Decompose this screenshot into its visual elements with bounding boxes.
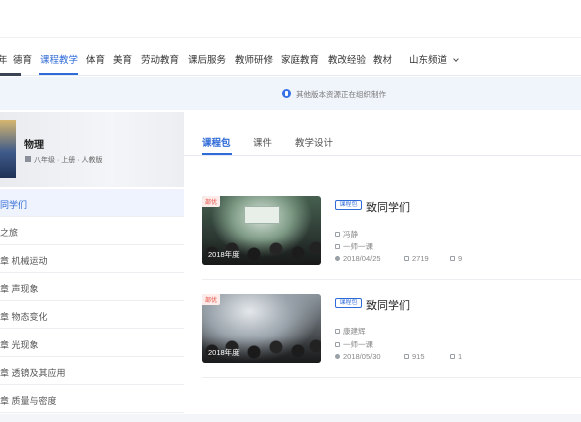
lesson-type: 一师一课 xyxy=(343,242,373,251)
chapter-label: 章 光现象 xyxy=(0,340,39,350)
chapter-label: 章 透镜及其应用 xyxy=(0,368,66,378)
publish-date: 2018/05/30 xyxy=(343,352,381,361)
nav-item-after-school[interactable]: 课后服务 xyxy=(188,52,226,66)
lesson-type: 一师一课 xyxy=(343,340,373,349)
nav-item-teacher-training[interactable]: 教师研修 xyxy=(235,52,273,66)
header-band xyxy=(0,0,581,38)
publish-date: 2018/04/25 xyxy=(343,254,381,263)
chapter-item[interactable]: 章 物态变化 xyxy=(0,301,184,329)
nav-item-family[interactable]: 家庭教育 xyxy=(281,52,319,66)
info-icon xyxy=(282,89,291,98)
likes-meta: 1 xyxy=(450,352,462,361)
thumbs-up-icon xyxy=(450,256,455,261)
chapter-item[interactable]: 章 透镜及其应用 xyxy=(0,357,184,385)
book-cover-image xyxy=(0,120,16,178)
nav-left-indicator xyxy=(0,73,21,76)
date-meta: 2018/05/30 xyxy=(335,352,381,361)
chapter-item[interactable]: 章 质量与密度 xyxy=(0,385,184,413)
lesson-title[interactable]: 致同学们 xyxy=(366,297,410,313)
package-badge: 课程包 xyxy=(335,200,362,210)
author-meta: 康建辉 xyxy=(335,326,366,337)
like-count: 9 xyxy=(458,254,463,263)
chapter-item[interactable]: 之旅 xyxy=(0,217,184,245)
clock-icon xyxy=(335,256,340,261)
chapter-label: 之旅 xyxy=(0,228,19,238)
chapter-item[interactable]: 章 光现象 xyxy=(0,329,184,357)
author-name: 康建辉 xyxy=(343,327,366,336)
main-navbar: 年 德育 课程教学 体育 美育 劳动教育 课后服务 教师研修 家庭教育 教改经验… xyxy=(0,40,581,76)
nav-item-partial[interactable]: 年 xyxy=(0,52,8,66)
notice-text: 其他版本资源正在组织制作 xyxy=(296,90,386,99)
chapter-label: 章 质量与密度 xyxy=(0,396,57,406)
year-label: 2018年度 xyxy=(208,250,240,259)
nav-item-shandong[interactable]: 山东频道 xyxy=(409,52,459,66)
author-meta: 冯静 xyxy=(335,229,358,240)
tab-teaching-design[interactable]: 教学设计 xyxy=(295,135,333,149)
user-icon xyxy=(335,232,340,237)
lesson-title[interactable]: 致同学们 xyxy=(366,199,410,215)
tab-courseware[interactable]: 课件 xyxy=(253,135,272,149)
book-icon xyxy=(25,156,31,162)
clock-icon xyxy=(335,354,340,359)
views-meta: 2719 xyxy=(404,254,429,263)
item-divider xyxy=(202,377,581,378)
user-icon xyxy=(335,329,340,334)
package-badge: 课程包 xyxy=(335,298,362,308)
lesson-thumbnail[interactable]: 部优 2018年度 xyxy=(202,294,321,363)
chapter-item[interactable]: 章 机械运动 xyxy=(0,245,184,273)
type-meta: 一师一课 xyxy=(335,339,373,350)
tag-icon xyxy=(335,244,340,249)
nav-item-course-teaching[interactable]: 课程教学 xyxy=(40,52,78,66)
nav-item-reform[interactable]: 教改经验 xyxy=(328,52,366,66)
author-name: 冯静 xyxy=(343,230,358,239)
nav-item-pe[interactable]: 体育 xyxy=(86,52,105,66)
tag-icon xyxy=(335,342,340,347)
views-meta: 915 xyxy=(404,352,425,361)
view-count: 915 xyxy=(412,352,425,361)
nav-active-underline xyxy=(39,73,78,75)
blackboard-image xyxy=(244,206,280,224)
like-count: 1 xyxy=(458,352,463,361)
chevron-down-icon xyxy=(452,56,459,62)
item-divider xyxy=(202,279,581,280)
nav-item-moral[interactable]: 德育 xyxy=(13,52,32,66)
tab-course-package[interactable]: 课程包 xyxy=(202,135,231,149)
chapter-label: 章 声现象 xyxy=(0,284,39,294)
type-meta: 一师一课 xyxy=(335,241,373,252)
eye-icon xyxy=(404,256,409,261)
year-label: 2018年度 xyxy=(208,348,240,357)
award-badge: 部优 xyxy=(202,294,221,305)
lesson-thumbnail[interactable]: 部优 2018年度 xyxy=(202,196,321,265)
nav-item-art[interactable]: 美育 xyxy=(113,52,132,66)
chapter-label: 同学们 xyxy=(0,200,28,210)
likes-meta: 9 xyxy=(450,254,462,263)
chapter-item-active[interactable]: 同学们 xyxy=(0,189,184,217)
award-badge: 部优 xyxy=(202,196,221,207)
nav-item-textbook[interactable]: 教材 xyxy=(373,52,392,66)
chapter-label: 章 机械运动 xyxy=(0,256,48,266)
thumbs-up-icon xyxy=(450,354,455,359)
view-count: 2719 xyxy=(412,254,429,263)
book-title: 物理 xyxy=(24,140,44,151)
chapter-label: 章 物态变化 xyxy=(0,312,48,322)
nav-item-labor[interactable]: 劳动教育 xyxy=(141,52,179,66)
chapter-item[interactable]: 章 声现象 xyxy=(0,273,184,301)
page-footer-band xyxy=(0,414,581,422)
eye-icon xyxy=(404,354,409,359)
tabs-divider xyxy=(184,155,581,156)
nav-item-shandong-label: 山东频道 xyxy=(409,55,448,66)
book-subtitle: 八年级 · 上册 · 人教版 xyxy=(34,157,103,164)
date-meta: 2018/04/25 xyxy=(335,254,381,263)
